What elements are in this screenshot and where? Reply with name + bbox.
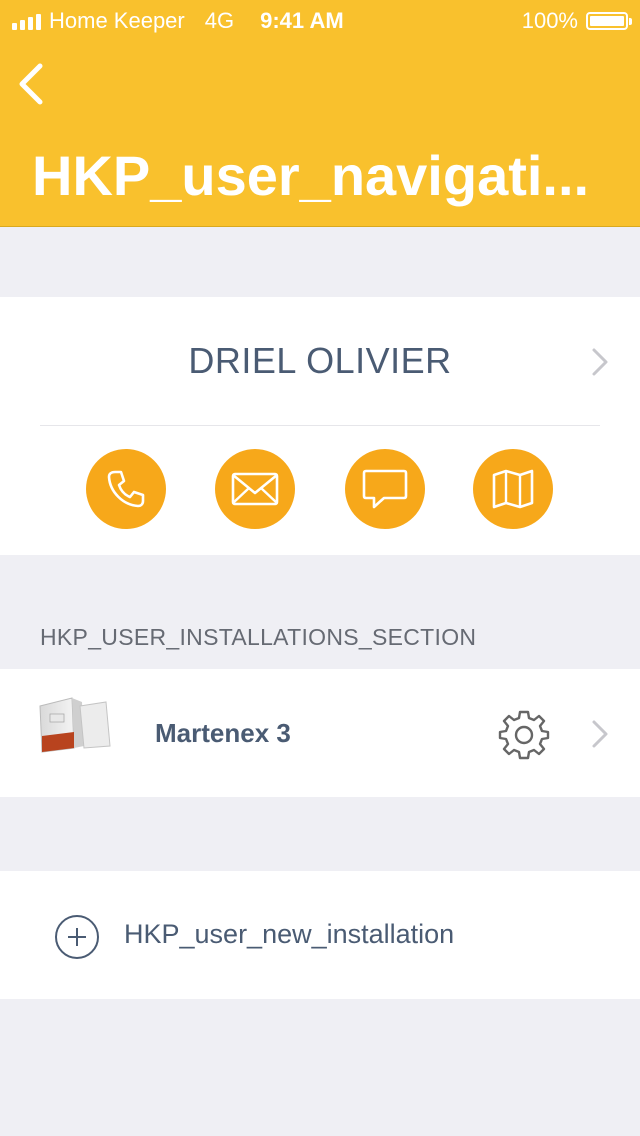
email-button[interactable] bbox=[215, 449, 295, 529]
page-title: HKP_user_navigati... bbox=[32, 144, 590, 207]
phone-icon bbox=[107, 470, 145, 508]
mail-icon bbox=[231, 472, 279, 506]
status-bar: Home Keeper 4G 9:41 AM 100% bbox=[0, 0, 640, 40]
message-button[interactable] bbox=[345, 449, 425, 529]
chevron-right-icon[interactable] bbox=[590, 347, 610, 377]
carrier-name: Home Keeper bbox=[49, 8, 185, 33]
message-icon bbox=[362, 469, 408, 509]
status-time: 9:41 AM bbox=[260, 8, 344, 33]
map-button[interactable] bbox=[473, 449, 553, 529]
contact-name[interactable]: DRIEL OLIVIER bbox=[0, 340, 640, 382]
gear-icon[interactable] bbox=[498, 708, 550, 760]
header-bar: Home Keeper 4G 9:41 AM 100% HKP_user_nav… bbox=[0, 0, 640, 227]
signal-icon bbox=[12, 12, 41, 30]
device-image bbox=[39, 697, 111, 753]
call-button[interactable] bbox=[86, 449, 166, 529]
map-icon bbox=[492, 469, 534, 509]
battery-percent: 100% bbox=[521, 8, 578, 33]
divider bbox=[40, 425, 600, 426]
plus-circle-icon[interactable] bbox=[54, 914, 100, 960]
network-type: 4G bbox=[204, 8, 235, 33]
installation-name[interactable]: Martenex 3 bbox=[155, 718, 291, 749]
new-installation-label[interactable]: HKP_user_new_installation bbox=[124, 919, 454, 950]
chevron-right-icon[interactable] bbox=[590, 719, 610, 749]
chevron-left-icon bbox=[19, 63, 43, 105]
back-button[interactable] bbox=[14, 60, 54, 108]
installations-section-label: HKP_USER_INSTALLATIONS_SECTION bbox=[40, 624, 477, 650]
battery-icon bbox=[586, 12, 632, 30]
